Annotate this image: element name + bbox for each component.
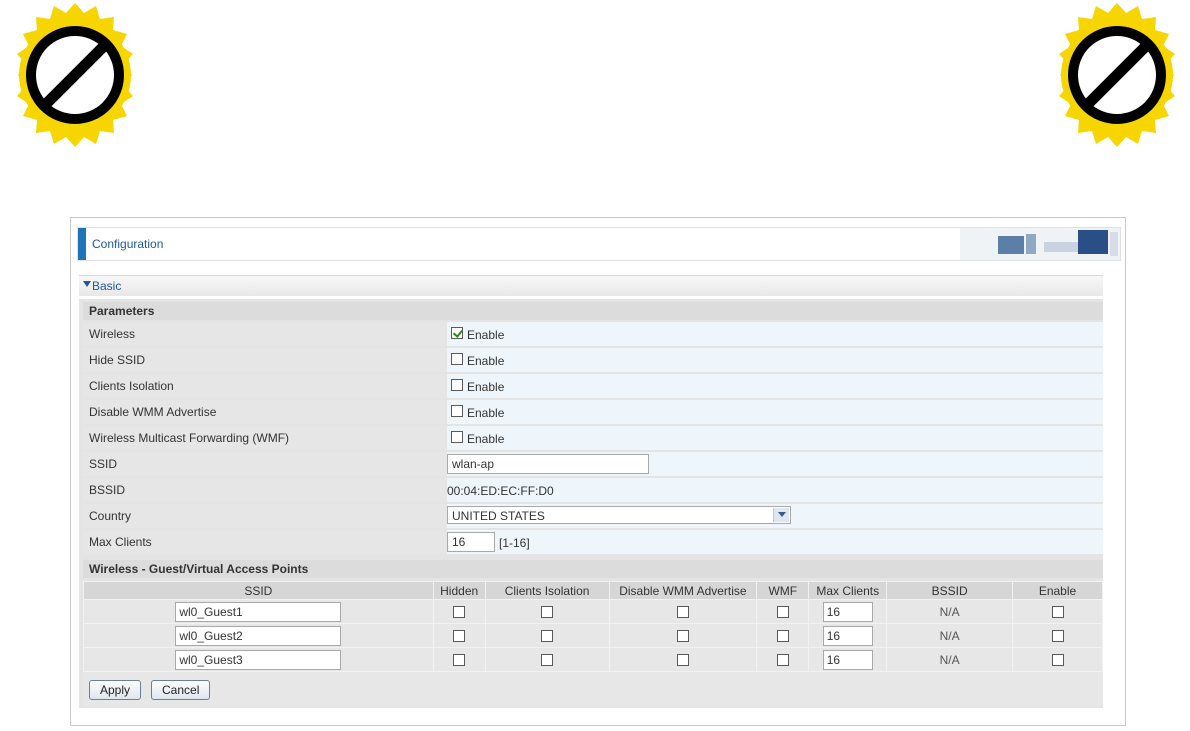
wireless-enable-label: Enable bbox=[467, 328, 505, 342]
wmf-checkbox[interactable] bbox=[451, 431, 463, 443]
max-clients-label: Max Clients bbox=[83, 530, 451, 554]
guest-table-header: SSID Hidden Clients Isolation Disable WM… bbox=[83, 581, 1103, 600]
clients-isolation-enable-label: Enable bbox=[467, 380, 505, 394]
clients-isolation-label: Clients Isolation bbox=[83, 374, 451, 398]
hidden-checkbox[interactable] bbox=[453, 606, 466, 619]
enable-checkbox[interactable] bbox=[1051, 654, 1064, 667]
wmf-row: Wireless Multicast Forwarding (WMF) Enab… bbox=[83, 426, 1103, 450]
column-header: Disable WMM Advertise bbox=[608, 581, 758, 600]
hide-ssid-enable-label: Enable bbox=[467, 354, 505, 368]
enable-checkbox[interactable] bbox=[1051, 606, 1064, 619]
hide-ssid-checkbox[interactable] bbox=[451, 353, 463, 365]
enable-checkbox[interactable] bbox=[1051, 630, 1064, 643]
disable-wmm-checkbox[interactable] bbox=[676, 630, 689, 643]
configuration-panel: Configuration Basic Parameters Wireless … bbox=[70, 217, 1126, 726]
ssid-label: SSID bbox=[83, 452, 451, 476]
button-row: Apply Cancel bbox=[83, 672, 1103, 706]
cancel-button[interactable]: Cancel bbox=[151, 680, 211, 700]
prohibited-seal-icon bbox=[1059, 3, 1175, 147]
column-header: SSID bbox=[83, 581, 434, 600]
max-clients-value: [1-16] bbox=[447, 530, 1103, 554]
wireless-enable-checkbox[interactable] bbox=[451, 327, 463, 339]
country-selected-value: UNITED STATES bbox=[452, 509, 545, 523]
bssid-label: BSSID bbox=[83, 478, 451, 502]
prohibited-seal-icon bbox=[17, 3, 133, 147]
guest-bssid: N/A bbox=[939, 628, 960, 643]
guest-ssid-input[interactable] bbox=[175, 601, 342, 622]
disable-wmm-checkbox[interactable] bbox=[676, 654, 689, 667]
guest-ap-table: SSID Hidden Clients Isolation Disable WM… bbox=[83, 581, 1103, 672]
max-clients-range: [1-16] bbox=[499, 536, 530, 550]
ssid-row: SSID bbox=[83, 452, 1103, 476]
parameters-frame: Parameters Wireless Enable Hide SSID Ena… bbox=[79, 299, 1103, 708]
country-select[interactable]: UNITED STATES bbox=[447, 506, 791, 524]
column-header: Clients Isolation bbox=[484, 581, 610, 600]
clients-isolation-checkbox[interactable] bbox=[541, 630, 554, 643]
wmf-checkbox[interactable] bbox=[776, 630, 789, 643]
hide-ssid-row: Hide SSID Enable bbox=[83, 348, 1103, 372]
table-row: N/A bbox=[83, 647, 1103, 672]
bssid-row: BSSID 00:04:ED:EC:FF:D0 bbox=[83, 478, 1103, 502]
wmf-checkbox[interactable] bbox=[776, 606, 789, 619]
wmf-value: Enable bbox=[447, 426, 1103, 450]
section-label: Basic bbox=[92, 279, 122, 293]
ssid-value bbox=[447, 452, 1103, 476]
apply-button[interactable]: Apply bbox=[89, 680, 142, 700]
table-row: N/A bbox=[83, 599, 1103, 624]
max-clients-input[interactable] bbox=[447, 532, 495, 552]
clients-isolation-checkbox[interactable] bbox=[451, 379, 463, 391]
hidden-checkbox[interactable] bbox=[453, 630, 466, 643]
chevron-down-icon bbox=[773, 508, 789, 522]
office-banner-image bbox=[960, 228, 1120, 260]
page-title: Configuration bbox=[92, 237, 164, 251]
country-row: Country UNITED STATES bbox=[83, 504, 1103, 528]
disable-wmm-checkbox[interactable] bbox=[451, 405, 463, 417]
column-header: Max Clients bbox=[808, 581, 888, 600]
wmf-label: Wireless Multicast Forwarding (WMF) bbox=[83, 426, 451, 450]
parameters-heading: Parameters bbox=[83, 302, 1103, 320]
guest-bssid: N/A bbox=[939, 652, 960, 667]
guest-ssid-input[interactable] bbox=[175, 625, 342, 646]
hidden-checkbox[interactable] bbox=[453, 654, 466, 667]
guest-max-clients-input[interactable] bbox=[822, 649, 873, 670]
column-header: Hidden bbox=[432, 581, 486, 600]
ssid-input[interactable] bbox=[447, 454, 649, 474]
guest-max-clients-input[interactable] bbox=[822, 601, 873, 622]
header-accent-bar bbox=[78, 228, 86, 260]
clients-isolation-value: Enable bbox=[447, 374, 1103, 398]
guest-max-clients-input[interactable] bbox=[822, 625, 873, 646]
hide-ssid-value: Enable bbox=[447, 348, 1103, 372]
clients-isolation-row: Clients Isolation Enable bbox=[83, 374, 1103, 398]
max-clients-row: Max Clients [1-16] bbox=[83, 530, 1103, 554]
bssid-value-cell: 00:04:ED:EC:FF:D0 bbox=[447, 478, 1103, 502]
column-header: BSSID bbox=[886, 581, 1014, 600]
wireless-label: Wireless bbox=[83, 322, 451, 346]
disable-wmm-enable-label: Enable bbox=[467, 406, 505, 420]
clients-isolation-checkbox[interactable] bbox=[541, 606, 554, 619]
wmf-enable-label: Enable bbox=[467, 432, 505, 446]
wireless-value: Enable bbox=[447, 322, 1103, 346]
basic-section-toggle[interactable]: Basic bbox=[79, 275, 1103, 296]
table-row: N/A bbox=[83, 623, 1103, 648]
guest-ssid-input[interactable] bbox=[175, 649, 342, 670]
disable-wmm-label: Disable WMM Advertise bbox=[83, 400, 451, 424]
configuration-header: Configuration bbox=[77, 227, 1121, 261]
disable-wmm-row: Disable WMM Advertise Enable bbox=[83, 400, 1103, 424]
column-header: WMF bbox=[756, 581, 810, 600]
disable-wmm-value: Enable bbox=[447, 400, 1103, 424]
column-header: Enable bbox=[1012, 581, 1103, 600]
guest-bssid: N/A bbox=[939, 604, 960, 619]
wireless-row: Wireless Enable bbox=[83, 322, 1103, 346]
disable-wmm-checkbox[interactable] bbox=[676, 606, 689, 619]
hide-ssid-label: Hide SSID bbox=[83, 348, 451, 372]
wmf-checkbox[interactable] bbox=[776, 654, 789, 667]
bssid-value: 00:04:ED:EC:FF:D0 bbox=[447, 484, 554, 498]
caret-down-icon bbox=[83, 281, 91, 287]
clients-isolation-checkbox[interactable] bbox=[541, 654, 554, 667]
country-label: Country bbox=[83, 504, 451, 528]
guest-ap-heading: Wireless - Guest/Virtual Access Points bbox=[83, 560, 1103, 578]
